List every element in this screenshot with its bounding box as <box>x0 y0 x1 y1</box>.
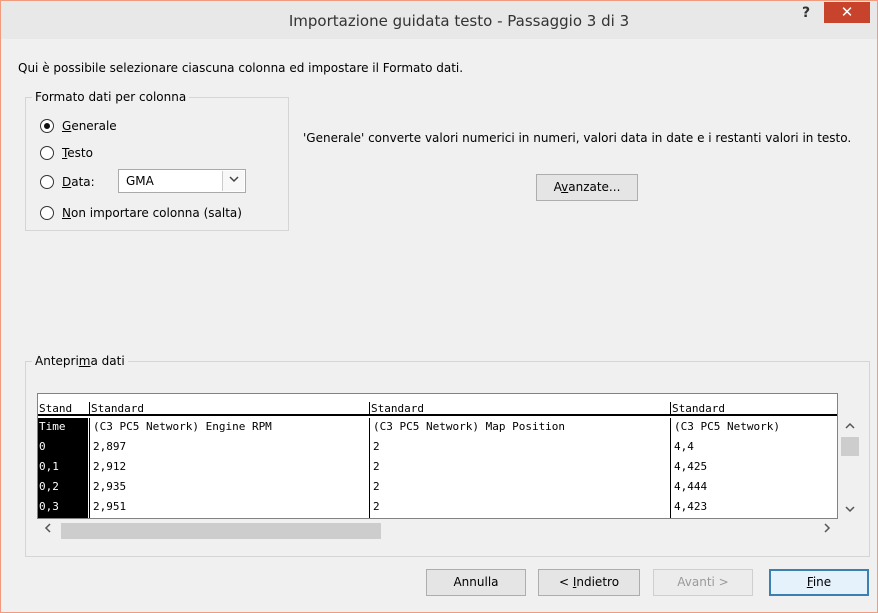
scroll-down-icon[interactable] <box>839 503 861 517</box>
radio-general[interactable]: Generale <box>40 119 117 133</box>
preview-row: 0,1 2,912 2 4,425 <box>38 458 837 478</box>
preview-cell[interactable]: 4,423 <box>670 498 837 518</box>
advanced-button[interactable]: Avanzate... <box>536 174 638 201</box>
radio-skip-column[interactable]: Non importare colonna (salta) <box>40 206 242 220</box>
column-format-legend: Formato dati per colonna <box>32 90 190 104</box>
radio-date-label: Data: <box>62 175 95 189</box>
radio-general-indicator[interactable] <box>40 119 54 133</box>
horizontal-scroll-thumb[interactable] <box>61 523 381 539</box>
preview-cell[interactable]: (C3 PC5 Network) Engine RPM <box>89 418 369 438</box>
intro-text: Qui è possibile selezionare ciascuna col… <box>18 61 464 75</box>
radio-text-indicator[interactable] <box>40 146 54 160</box>
preview-header-cell[interactable]: Standard <box>369 402 670 416</box>
date-format-select[interactable]: GMA <box>118 169 246 193</box>
help-button[interactable]: ? <box>797 5 815 23</box>
finish-button[interactable]: Fine <box>769 569 869 596</box>
next-button[interactable]: Avanti > <box>653 569 753 596</box>
preview-cell[interactable]: 2 <box>369 458 670 478</box>
radio-text[interactable]: Testo <box>40 146 93 160</box>
preview-row: 0 2,897 2 4,4 <box>38 438 837 458</box>
preview-header-cell[interactable]: Standard <box>670 402 837 416</box>
preview-cell[interactable]: 0 <box>38 438 88 458</box>
preview-cell[interactable]: 0,3 <box>38 498 88 518</box>
preview-cell[interactable]: 4,425 <box>670 458 837 478</box>
text-import-wizard-dialog: Importazione guidata testo - Passaggio 3… <box>0 0 878 613</box>
cancel-button[interactable]: Annulla <box>426 569 526 596</box>
preview-cell[interactable]: 2 <box>369 438 670 458</box>
preview-cell[interactable]: 2 <box>369 478 670 498</box>
preview-cell[interactable]: 2,912 <box>89 458 369 478</box>
data-preview-grid[interactable]: Stand Standard Standard Standard Time (C… <box>37 393 838 519</box>
preview-row: Time (C3 PC5 Network) Engine RPM (C3 PC5… <box>38 418 837 438</box>
preview-cell[interactable]: 2,935 <box>89 478 369 498</box>
back-button[interactable]: < Indietro <box>538 569 640 596</box>
close-button[interactable]: ✕ <box>824 2 870 23</box>
radio-date[interactable]: Data: <box>40 175 95 189</box>
preview-header-cell[interactable]: Stand <box>38 402 89 416</box>
preview-row: 0,3 2,951 2 4,423 <box>38 498 837 518</box>
radio-date-indicator[interactable] <box>40 175 54 189</box>
vertical-scroll-thumb[interactable] <box>841 437 859 456</box>
preview-header-row: Stand Standard Standard Standard <box>38 394 837 416</box>
window-title: Importazione guidata testo - Passaggio 3… <box>288 12 630 30</box>
preview-horizontal-scrollbar[interactable] <box>37 520 838 542</box>
preview-cell[interactable]: 4,444 <box>670 478 837 498</box>
preview-header-cell[interactable]: Standard <box>89 402 369 416</box>
data-preview-legend: Anteprima dati <box>32 354 128 368</box>
radio-skip-indicator[interactable] <box>40 206 54 220</box>
scroll-right-icon[interactable] <box>817 522 837 540</box>
preview-cell[interactable]: Time <box>38 418 88 438</box>
format-description: 'Generale' converte valori numerici in n… <box>303 131 852 145</box>
preview-cell[interactable]: 4,4 <box>670 438 837 458</box>
preview-row: 0,2 2,935 2 4,444 <box>38 478 837 498</box>
scroll-left-icon[interactable] <box>37 522 57 540</box>
preview-vertical-scrollbar[interactable] <box>839 417 861 519</box>
radio-skip-label: Non importare colonna (salta) <box>62 206 242 220</box>
preview-cell[interactable]: (C3 PC5 Network) Map Position <box>369 418 670 438</box>
date-format-value: GMA <box>126 174 154 188</box>
radio-text-label: Testo <box>62 146 93 160</box>
scroll-up-icon[interactable] <box>839 419 861 433</box>
preview-cell[interactable]: 0,2 <box>38 478 88 498</box>
preview-cell[interactable]: 2,897 <box>89 438 369 458</box>
preview-cell[interactable]: 2 <box>369 498 670 518</box>
preview-cell[interactable]: (C3 PC5 Network) <box>670 418 837 438</box>
chevron-down-icon[interactable] <box>222 171 244 191</box>
preview-cell[interactable]: 2,951 <box>89 498 369 518</box>
title-bar[interactable]: Importazione guidata testo - Passaggio 3… <box>1 1 877 39</box>
preview-cell[interactable]: 0,1 <box>38 458 88 478</box>
radio-general-label: Generale <box>62 119 117 133</box>
